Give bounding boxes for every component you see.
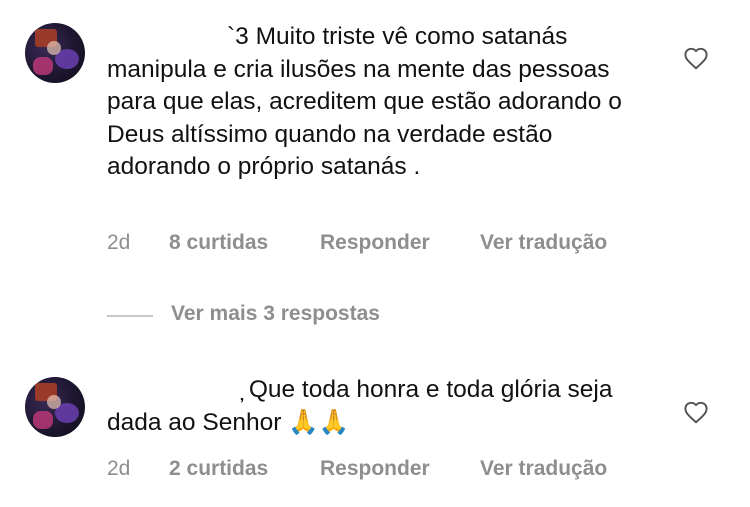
likes-count-button[interactable]: 2 curtidas	[169, 457, 268, 481]
likes-count-button[interactable]: 8 curtidas	[169, 231, 268, 255]
translate-button[interactable]: Ver tradução	[480, 231, 607, 255]
comment-username[interactable]: `3	[227, 21, 249, 54]
comment-text: `3 Muito triste vê como satanás manipula…	[107, 21, 647, 184]
comment-time: 2d	[107, 231, 131, 254]
comment-text: ̦ Que toda honra e toda glória seja dada…	[107, 374, 647, 439]
comment-time: 2d	[107, 457, 131, 480]
like-heart-icon[interactable]	[683, 46, 709, 70]
reply-button[interactable]: Responder	[320, 231, 430, 255]
comment-body: Que toda honra e toda glória seja dada a…	[107, 376, 613, 436]
replies-divider-line	[107, 315, 153, 317]
comment-meta: 2d 8 curtidas Responder Ver tradução	[107, 231, 667, 259]
avatar[interactable]	[25, 377, 85, 437]
comment-body: Muito triste vê como satanás manipula e …	[107, 23, 622, 180]
view-more-replies-label[interactable]: Ver mais 3 respostas	[171, 302, 380, 326]
avatar[interactable]	[25, 23, 85, 83]
comment-meta: 2d 2 curtidas Responder Ver tradução	[107, 457, 667, 485]
translate-button[interactable]: Ver tradução	[480, 457, 607, 481]
like-heart-icon[interactable]	[683, 400, 709, 424]
reply-button[interactable]: Responder	[320, 457, 430, 481]
